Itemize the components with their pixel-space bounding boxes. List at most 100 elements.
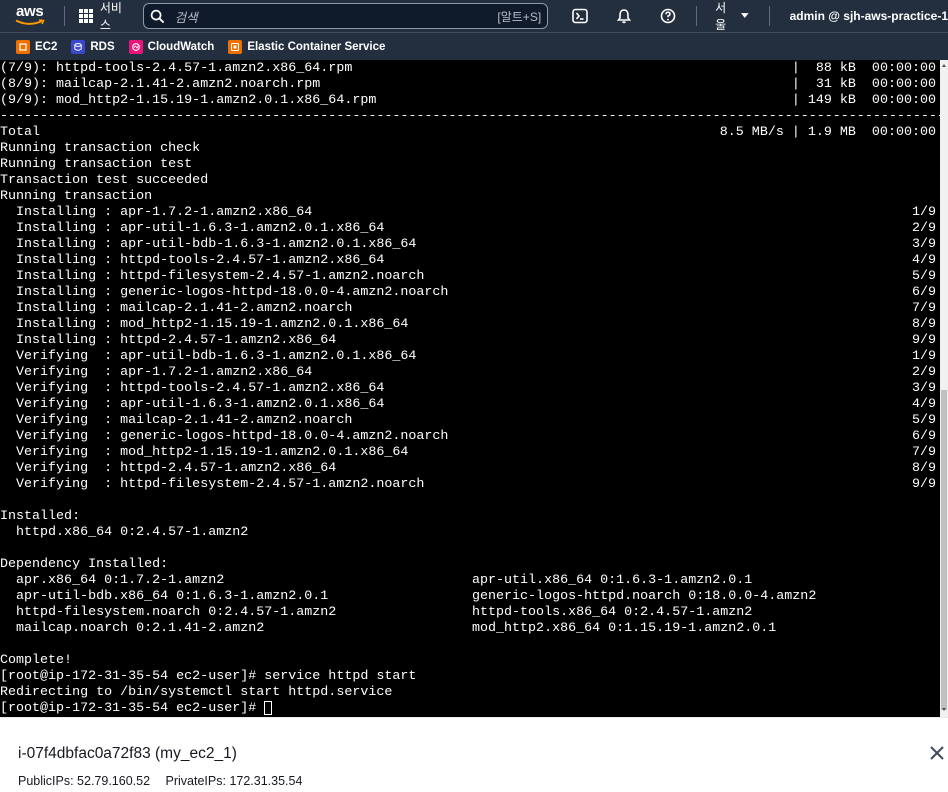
terminal-line: Installing : httpd-tools-2.4.57-1.amzn2.… (0, 253, 385, 268)
terminal-line: (8/9): mailcap-2.1.41-2.amzn2.noarch.rpm (0, 77, 321, 92)
terminal-line: Verifying : mod_http2-1.15.19-1.amzn2.0.… (0, 445, 409, 460)
terminal-line-right: 4/9 (911, 397, 936, 412)
favorite-label: EC2 (35, 40, 58, 53)
terminal-line-right: 2/9 (911, 365, 936, 380)
terminal-output[interactable]: (7/9): httpd-tools-2.4.57-1.amzn2.x86_64… (0, 60, 940, 717)
terminal-line: Verifying : httpd-tools-2.4.57-1.amzn2.x… (0, 381, 385, 396)
terminal-line: Redirecting to /bin/systemctl start http… (0, 685, 393, 700)
terminal-line-right: 3/9 (911, 381, 936, 396)
terminal-line-right: | 88 kB 00:00:00 (791, 61, 936, 76)
terminal-scrollbar[interactable] (940, 60, 948, 717)
private-ips: PrivateIPs: 172.31.35.54 (165, 774, 303, 788)
grid-icon (78, 9, 93, 23)
public-ips: PublicIPs: 52.79.160.52 (18, 774, 151, 788)
search-shortcut: [알트+S] (497, 9, 542, 24)
aws-logo-text: aws (16, 3, 44, 20)
terminal-line: Transaction test succeeded (0, 173, 209, 188)
terminal-line-right: | 31 kB 00:00:00 (791, 77, 936, 92)
terminal-line-right: | 149 kB 00:00:00 (791, 93, 936, 108)
terminal-line: Installing : apr-util-bdb-1.6.3-1.amzn2.… (0, 237, 417, 252)
nav-divider (63, 6, 65, 26)
terminal-line: Verifying : apr-util-bdb-1.6.3-1.amzn2.0… (0, 349, 417, 364)
terminal-line: Installing : generic-logos-httpd-18.0.0-… (0, 285, 449, 300)
terminal-line: apr-util-bdb.x86_64 0:1.6.3-1.amzn2.0.1 (0, 589, 329, 604)
nav-divider (696, 6, 698, 26)
terminal-line: Installed: (0, 509, 81, 524)
ecs-icon (228, 39, 243, 54)
terminal-line-right: 1/9 (911, 205, 936, 220)
terminal-line: Installing : mod_http2-1.15.19-1.amzn2.0… (0, 317, 409, 332)
search-input[interactable]: 검색 [알트+S] (142, 3, 549, 29)
terminal-line-column2: generic-logos-httpd.noarch 0:18.0.0-4.am… (472, 589, 817, 604)
terminal-line: Installing : httpd-2.4.57-1.amzn2.x86_64 (0, 333, 337, 348)
terminal-cursor (264, 701, 272, 715)
cloudshell-icon (572, 8, 588, 24)
region-selector[interactable]: 서울 (715, 0, 749, 33)
instance-info-panel: i-07f4dbfac0a72f83 (my_ec2_1) PublicIPs:… (0, 717, 948, 792)
terminal-line: Installing : apr-util-1.6.3-1.amzn2.0.1.… (0, 221, 385, 236)
top-navigation: aws 서비스 검색 [알트+S] 서울 admin @ sjh-aws-pra… (0, 0, 948, 32)
terminal-line: Complete! (0, 653, 73, 668)
terminal-line-right: 7/9 (911, 301, 936, 316)
terminal-line: (7/9): httpd-tools-2.4.57-1.amzn2.x86_64… (0, 61, 353, 76)
terminal-line-right: 8/9 (911, 317, 936, 332)
account-menu[interactable]: admin @ sjh-aws-practice-1 (790, 9, 948, 23)
terminal-line: Running transaction check (0, 141, 201, 156)
terminal-line: Installing : mailcap-2.1.41-2.amzn2.noar… (0, 301, 353, 316)
terminal-line: (9/9): mod_http2-1.15.19-1.amzn2.0.1.x86… (0, 93, 377, 108)
favorite-label: CloudWatch (147, 40, 215, 53)
help-button[interactable] (646, 0, 690, 32)
services-label: 서비스 (99, 1, 122, 32)
terminal-line: apr.x86_64 0:1.7.2-1.amzn2 (0, 573, 225, 588)
favorite-ec2[interactable]: EC2 (16, 39, 58, 54)
terminal-line-column2: apr-util.x86_64 0:1.6.3-1.amzn2.0.1 (472, 573, 753, 588)
terminal-line-column2: mod_http2.x86_64 0:1.15.19-1.amzn2.0.1 (472, 621, 777, 636)
terminal-line: Verifying : mailcap-2.1.41-2.amzn2.noarc… (0, 413, 353, 428)
caret-down-icon (741, 13, 749, 18)
terminal-line-right: 9/9 (911, 333, 936, 348)
terminal-line: [root@ip-172-31-35-54 ec2-user]# service… (0, 669, 417, 684)
cloudwatch-icon (128, 39, 143, 54)
bell-icon (617, 9, 632, 24)
terminal-line-right: 1/9 (911, 349, 936, 364)
close-icon[interactable] (928, 744, 946, 762)
terminal-line: mailcap.noarch 0:2.1.41-2.amzn2 (0, 621, 265, 636)
terminal-line: Verifying : apr-1.7.2-1.amzn2.x86_64 (0, 365, 313, 380)
favorite-cloudwatch[interactable]: CloudWatch (128, 39, 215, 54)
terminal-line-right: 8/9 (911, 461, 936, 476)
terminal-line-right: 2/9 (911, 221, 936, 236)
terminal-line: Installing : httpd-filesystem-2.4.57-1.a… (0, 269, 425, 284)
terminal-line-right: 4/9 (911, 253, 936, 268)
rds-icon (71, 39, 86, 54)
terminal-line: Running transaction test (0, 157, 193, 172)
region-label: 서울 (715, 1, 727, 32)
cloudshell-button[interactable] (558, 0, 602, 32)
favorite-rds[interactable]: RDS (71, 39, 115, 54)
terminal-line: ----------------------------------------… (0, 109, 940, 124)
scrollbar-thumb[interactable] (941, 390, 947, 710)
terminal-line: Total (0, 125, 41, 140)
nav-divider (768, 6, 770, 26)
help-icon (660, 8, 676, 24)
instance-ip-info: PublicIPs: 52.79.160.52 PrivateIPs: 172.… (18, 774, 314, 788)
scroll-up-icon[interactable] (942, 64, 946, 67)
services-menu-button[interactable]: 서비스 (78, 0, 131, 33)
scroll-down-icon[interactable] (942, 708, 946, 711)
terminal-line: Installing : apr-1.7.2-1.amzn2.x86_64 (0, 205, 313, 220)
aws-smile-icon (15, 19, 45, 25)
instance-title: i-07f4dbfac0a72f83 (my_ec2_1) (18, 745, 237, 762)
terminal-line: Verifying : apr-util-1.6.3-1.amzn2.0.1.x… (0, 397, 385, 412)
aws-logo[interactable]: aws (14, 0, 58, 32)
notifications-button[interactable] (602, 0, 646, 32)
terminal-line-column2: httpd-tools.x86_64 0:2.4.57-1.amzn2 (472, 605, 753, 620)
terminal-line-right: 6/9 (911, 429, 936, 444)
search-icon (150, 9, 164, 23)
terminal-line: httpd-filesystem.noarch 0:2.4.57-1.amzn2 (0, 605, 337, 620)
terminal-line-right: 5/9 (911, 269, 936, 284)
terminal-line-right: 9/9 (911, 477, 936, 492)
terminal-line: Verifying : generic-logos-httpd-18.0.0-4… (0, 429, 449, 444)
favorite-ecs[interactable]: Elastic Container Service (228, 39, 386, 54)
favorite-label: Elastic Container Service (247, 40, 386, 53)
terminal-line: [root@ip-172-31-35-54 ec2-user]# (0, 701, 265, 716)
favorites-bar: EC2 RDS CloudWatch Elastic Container Ser… (0, 32, 948, 60)
